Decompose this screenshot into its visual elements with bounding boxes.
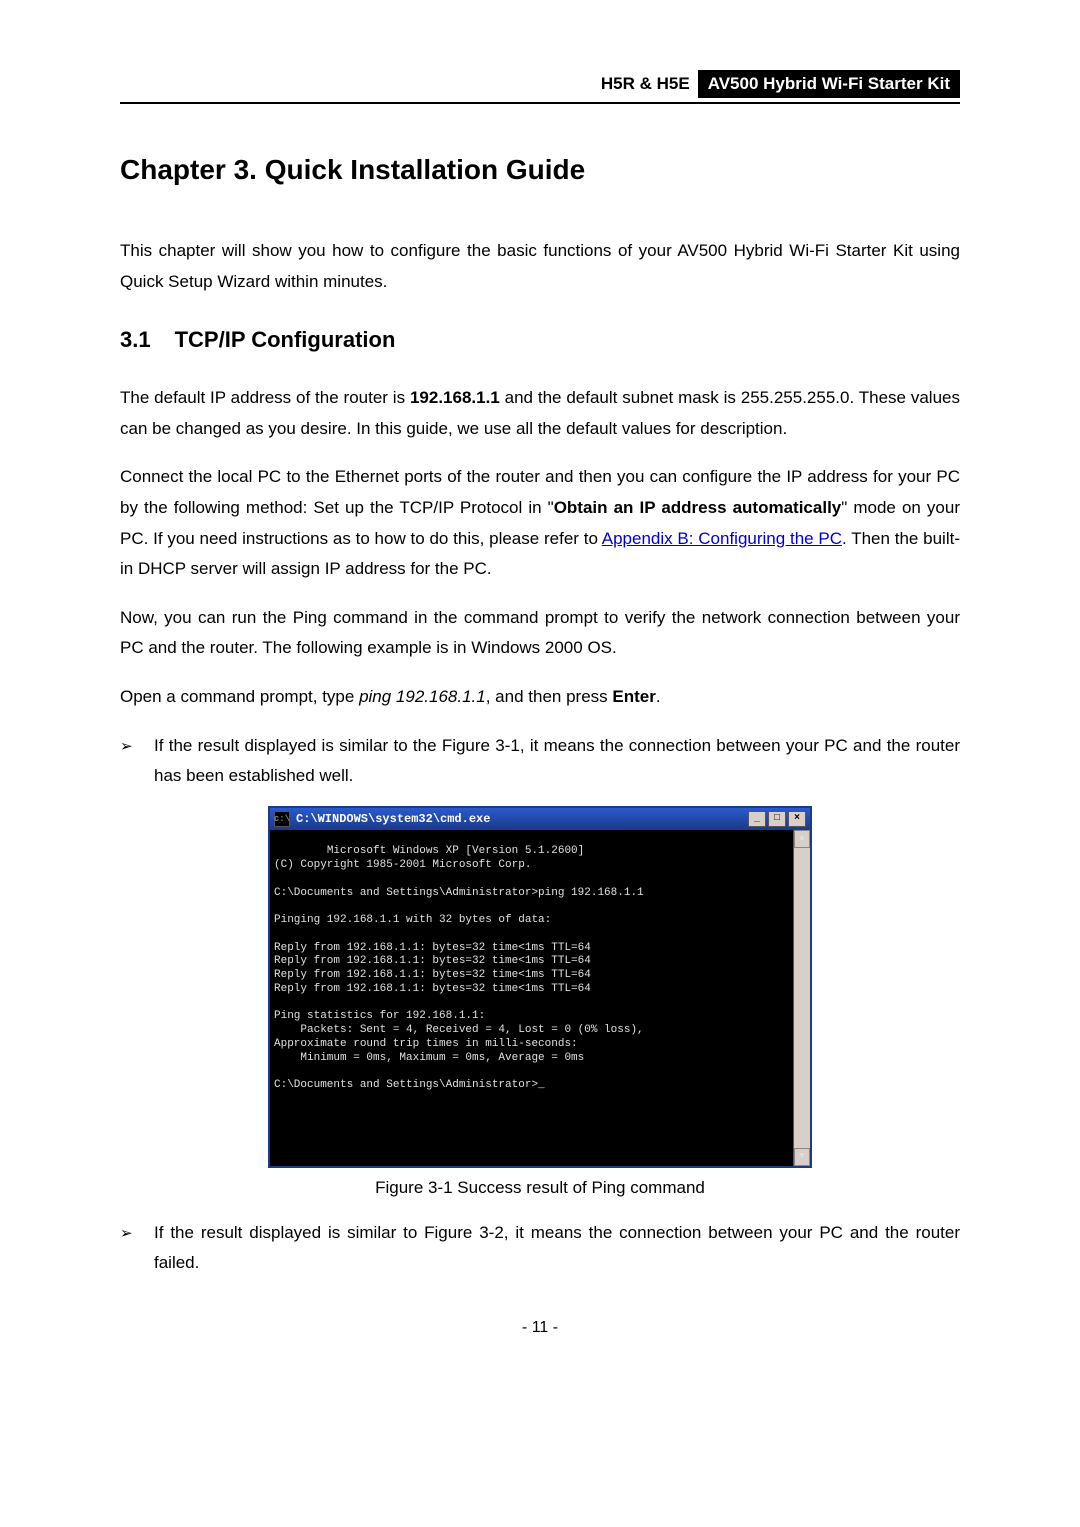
figure-cmd-window: c:\ C:\WINDOWS\system32\cmd.exe _ □ × Mi… xyxy=(120,806,960,1168)
bullet-text: If the result displayed is similar to Fi… xyxy=(154,1218,960,1279)
window-buttons: _ □ × xyxy=(748,811,806,827)
page-number: - 11 - xyxy=(120,1319,960,1337)
text: . xyxy=(656,687,661,706)
scroll-down-icon[interactable]: ▼ xyxy=(794,1148,810,1166)
bullet-icon: ➢ xyxy=(120,1218,154,1279)
default-ip: 192.168.1.1 xyxy=(410,388,500,407)
text: The default IP address of the router is xyxy=(120,388,410,407)
maximize-button[interactable]: □ xyxy=(768,811,786,827)
scrollbar[interactable]: ▲ ▼ xyxy=(793,830,810,1166)
bullet-icon: ➢ xyxy=(120,731,154,792)
section-heading: 3.1 TCP/IP Configuration xyxy=(120,327,960,353)
minimize-button[interactable]: _ xyxy=(748,811,766,827)
cmd-output: Microsoft Windows XP [Version 5.1.2600] … xyxy=(270,830,810,1166)
cmd-title-text: C:\WINDOWS\system32\cmd.exe xyxy=(296,812,748,826)
scroll-track[interactable] xyxy=(794,848,810,1148)
close-button[interactable]: × xyxy=(788,811,806,827)
cmd-titlebar: c:\ C:\WINDOWS\system32\cmd.exe _ □ × xyxy=(270,808,810,830)
bullet-item-fail: ➢ If the result displayed is similar to … xyxy=(120,1218,960,1279)
paragraph-connect-pc: Connect the local PC to the Ethernet por… xyxy=(120,462,960,584)
obtain-auto: Obtain an IP address automatically xyxy=(554,498,842,517)
ping-command: ping 192.168.1.1 xyxy=(359,687,486,706)
cmd-window: c:\ C:\WINDOWS\system32\cmd.exe _ □ × Mi… xyxy=(268,806,812,1168)
cmd-icon: c:\ xyxy=(274,811,290,827)
bullet-text: If the result displayed is similar to th… xyxy=(154,731,960,792)
enter-key: Enter xyxy=(612,687,655,706)
page-header: H5R & H5E AV500 Hybrid Wi-Fi Starter Kit xyxy=(120,70,960,104)
chapter-intro: This chapter will show you how to config… xyxy=(120,236,960,297)
paragraph-open-cmd: Open a command prompt, type ping 192.168… xyxy=(120,682,960,713)
cmd-text: Microsoft Windows XP [Version 5.1.2600] … xyxy=(274,845,644,1091)
paragraph-ping-verify: Now, you can run the Ping command in the… xyxy=(120,603,960,664)
header-product: AV500 Hybrid Wi-Fi Starter Kit xyxy=(698,70,960,98)
chapter-title: Chapter 3. Quick Installation Guide xyxy=(120,154,960,186)
bullet-item-success: ➢ If the result displayed is similar to … xyxy=(120,731,960,792)
figure-caption: Figure 3-1 Success result of Ping comman… xyxy=(120,1178,960,1198)
appendix-link[interactable]: Appendix B: Configuring the PC xyxy=(602,529,842,548)
paragraph-default-ip: The default IP address of the router is … xyxy=(120,383,960,444)
section-title: TCP/IP Configuration xyxy=(175,327,396,352)
header-model: H5R & H5E xyxy=(593,70,698,98)
scroll-up-icon[interactable]: ▲ xyxy=(794,830,810,848)
document-page: H5R & H5E AV500 Hybrid Wi-Fi Starter Kit… xyxy=(0,0,1080,1377)
section-number: 3.1 xyxy=(120,327,151,353)
text: , and then press xyxy=(486,687,613,706)
text: Open a command prompt, type xyxy=(120,687,359,706)
